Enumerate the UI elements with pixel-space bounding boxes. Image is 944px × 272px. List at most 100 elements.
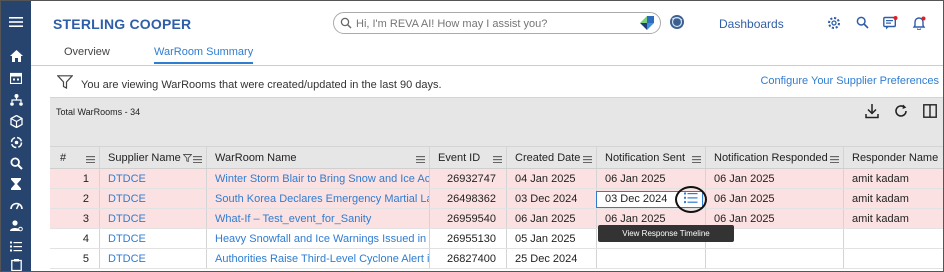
feedback-icon[interactable] (883, 16, 898, 33)
row-number: 5 (50, 249, 100, 268)
table-row[interactable]: 2 DTDCE South Korea Declares Emergency Mar… (50, 186, 943, 213)
column-header-warroom-name[interactable]: WarRoom Name (207, 147, 430, 168)
table-row[interactable]: 4 DTDCE Heavy Snowfall and Ice Warnings Is… (50, 229, 943, 249)
column-menu-icon[interactable] (692, 154, 701, 166)
app-window: STERLING COOPER Dashboards Ove (0, 0, 944, 272)
view-response-timeline-button[interactable] (675, 186, 707, 213)
row-number: 3 (50, 209, 100, 228)
search-icon[interactable] (856, 16, 869, 32)
search-icon[interactable] (8, 156, 24, 170)
top-header: STERLING COOPER Dashboards (31, 1, 943, 43)
grid-group-header (50, 125, 943, 147)
column-menu-icon[interactable] (86, 154, 95, 166)
notification-sent (597, 249, 706, 268)
clipboard-icon[interactable] (8, 258, 24, 271)
filter-message: You are viewing WarRooms that were creat… (81, 79, 442, 91)
dashboards-link[interactable]: Dashboards (719, 17, 784, 31)
download-icon[interactable] (865, 104, 879, 122)
sidebar (1, 1, 31, 271)
supplier-name-link[interactable]: DTDCE (100, 249, 207, 268)
warroom-name-link[interactable]: Authorities Raise Third-Level Cyclone Al… (207, 249, 430, 268)
refresh-icon[interactable] (894, 104, 908, 121)
table-row[interactable]: 3 DTDCE What-If – Test_event_for_Sanity 269… (50, 209, 943, 229)
brand-name: STERLING COOPER (53, 16, 192, 32)
home-icon[interactable] (8, 49, 24, 63)
reva-ai-icon[interactable] (640, 16, 654, 33)
table-row[interactable]: 5 DTDCE Authorities Raise Third-Level Cycl… (50, 249, 943, 269)
created-date: 04 Jan 2025 (507, 169, 597, 188)
gauge-icon[interactable] (8, 198, 24, 212)
table-header-row: # Supplier Name WarRoom Name Event ID Cr… (50, 147, 943, 169)
created-date: 05 Jan 2025 (507, 229, 597, 248)
tab-bar: Overview WarRoom Summary (31, 43, 943, 66)
created-date: 03 Dec 2024 (507, 189, 597, 208)
calendar-icon[interactable] (8, 71, 24, 85)
supplier-name-link[interactable]: DTDCE (100, 189, 207, 208)
column-header-responder-name[interactable]: Responder Name (844, 147, 943, 168)
responder-name: amit kadam (852, 212, 909, 225)
notification-responded (706, 249, 844, 268)
tab-overview[interactable]: Overview (64, 46, 110, 62)
table-body: 1 DTDCE Winter Storm Blair to Bring Snow a… (50, 169, 943, 269)
row-number: 1 (50, 169, 100, 188)
responder-name (844, 229, 943, 248)
notification-bell-icon[interactable] (912, 16, 926, 33)
event-id: 26955130 (430, 229, 507, 248)
warroom-name-link[interactable]: What-If – Test_event_for_Sanity (207, 209, 430, 228)
column-menu-icon[interactable] (493, 154, 502, 166)
reva-search-box[interactable] (333, 12, 661, 34)
warroom-table: # Supplier Name WarRoom Name Event ID Cr… (50, 125, 943, 269)
hierarchy-icon[interactable] (8, 93, 24, 107)
hourglass-icon[interactable] (8, 177, 24, 191)
globe-icon[interactable] (669, 14, 685, 33)
settings-cycle-icon[interactable] (8, 135, 24, 149)
column-filter-icon[interactable] (182, 153, 193, 165)
column-menu-icon[interactable] (830, 154, 839, 166)
responder-name: amit kadam (852, 192, 909, 205)
column-header-created-date[interactable]: Created Date (507, 147, 597, 168)
total-warrooms-count: Total WarRooms - 34 (56, 107, 141, 117)
hamburger-menu-icon[interactable] (8, 15, 24, 29)
filter-icon[interactable] (56, 75, 74, 92)
column-header-notification-responded[interactable]: Notification Responded (706, 147, 844, 168)
responder-name: amit kadam (852, 172, 909, 185)
grid-toolbar: Total WarRooms - 34 (50, 97, 943, 125)
column-header-event-id[interactable]: Event ID (430, 147, 507, 168)
column-header-supplier-name[interactable]: Supplier Name (100, 147, 207, 168)
column-menu-icon[interactable] (583, 154, 592, 166)
configure-supplier-preferences-link[interactable]: Configure Your Supplier Preferences (760, 75, 939, 87)
event-id: 26498362 (430, 189, 507, 208)
row-number: 2 (50, 189, 100, 208)
event-id: 26932747 (430, 169, 507, 188)
list-icon[interactable] (8, 239, 24, 253)
user-settings-icon[interactable] (8, 219, 24, 233)
supplier-name-link[interactable]: DTDCE (100, 169, 207, 188)
column-header-notification-sent[interactable]: Notification Sent (597, 147, 706, 168)
column-header-number[interactable]: # (50, 147, 100, 168)
notification-responded: 06 Jan 2025 (706, 169, 844, 188)
row-number: 4 (50, 229, 100, 248)
event-id: 26959540 (430, 209, 507, 228)
warroom-name-link[interactable]: Heavy Snowfall and Ice Warnings Issued i… (207, 229, 430, 248)
supplier-name-link[interactable]: DTDCE (100, 209, 207, 228)
settings-gear-icon[interactable] (827, 16, 841, 33)
column-menu-icon[interactable] (416, 154, 425, 166)
responder-name (844, 249, 943, 268)
info-bar: You are viewing WarRooms that were creat… (31, 67, 943, 95)
event-id: 26827400 (430, 249, 507, 268)
cube-icon[interactable] (8, 114, 24, 128)
warroom-name-link[interactable]: South Korea Declares Emergency Martial L… (207, 189, 430, 208)
warroom-name-link[interactable]: Winter Storm Blair to Bring Snow and Ice… (207, 169, 430, 188)
view-response-timeline-tooltip: View Response Timeline (598, 225, 734, 242)
supplier-name-link[interactable]: DTDCE (100, 229, 207, 248)
notification-responded: 06 Jan 2025 (706, 189, 844, 208)
timeline-list-icon (684, 192, 698, 207)
table-row[interactable]: 1 DTDCE Winter Storm Blair to Bring Snow a… (50, 169, 943, 189)
search-icon (340, 17, 352, 32)
search-input[interactable] (356, 16, 636, 31)
column-panel-icon[interactable] (923, 104, 937, 121)
tab-warroom-summary[interactable]: WarRoom Summary (154, 46, 254, 64)
created-date: 25 Dec 2024 (507, 249, 597, 268)
created-date: 06 Jan 2025 (507, 209, 597, 228)
column-menu-icon[interactable] (193, 154, 202, 166)
